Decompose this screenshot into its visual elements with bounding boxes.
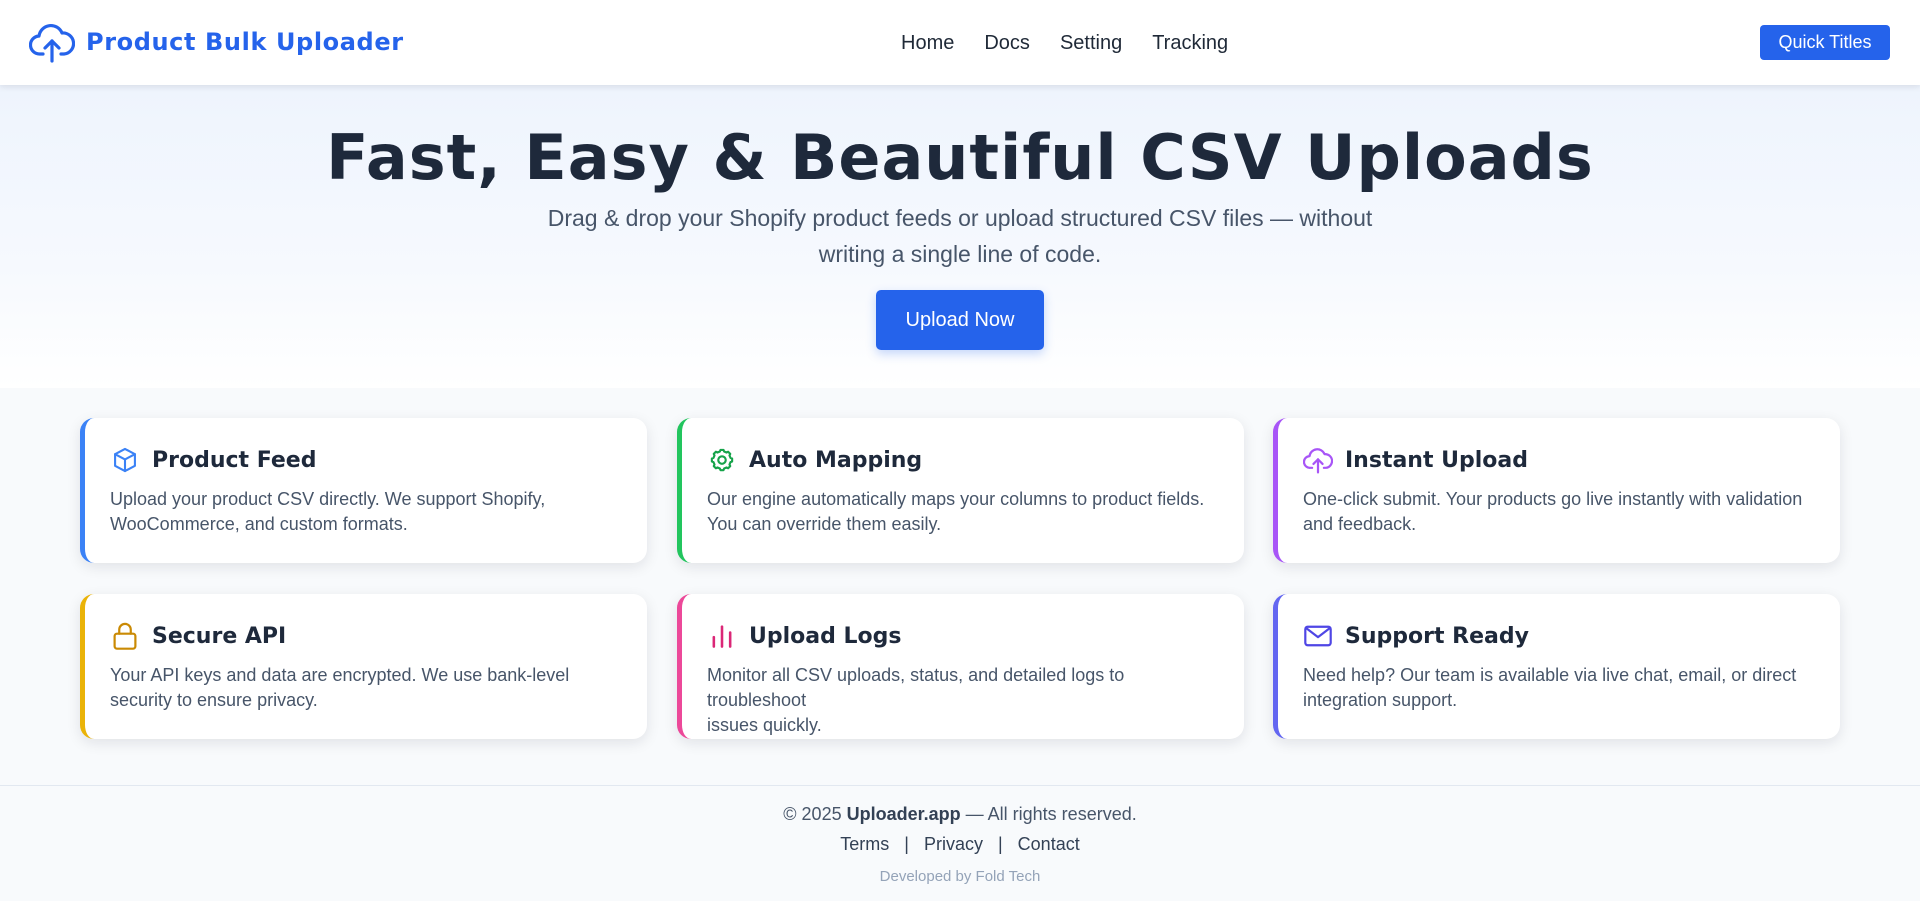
cloud-upload-icon xyxy=(1303,445,1333,475)
feature-title: Upload Logs xyxy=(749,623,902,649)
feature-description-line: Need help? Our team is available via liv… xyxy=(1303,665,1797,685)
box-icon xyxy=(110,445,140,475)
feature-description-line: Upload your product CSV directly. We sup… xyxy=(110,489,546,509)
feature-description-line: You can override them easily. xyxy=(707,514,942,534)
feature-description: Upload your product CSV directly. We sup… xyxy=(110,487,630,537)
feature-title: Instant Upload xyxy=(1345,447,1529,473)
feature-description-line: Your API keys and data are encrypted. We… xyxy=(110,665,570,685)
hero-subtitle: Drag & drop your Shopify product feeds o… xyxy=(540,200,1380,272)
footer: © 2025 Uploader.app — All rights reserve… xyxy=(0,785,1920,901)
footer-link-privacy[interactable]: Privacy xyxy=(924,834,983,855)
hero-title: Fast, Easy & Beautiful CSV Uploads xyxy=(326,121,1594,194)
footer-link-terms[interactable]: Terms xyxy=(840,834,889,855)
brand[interactable]: Product Bulk Uploader xyxy=(28,20,404,64)
feature-card-support-ready: Support Ready Need help? Our team is ava… xyxy=(1273,594,1840,739)
feature-description-line: issues quickly. xyxy=(707,715,822,735)
hero-subtitle-line-1: Drag & drop your Shopify product feeds o… xyxy=(547,205,1373,231)
feature-description-line: Our engine automatically maps your colum… xyxy=(707,489,1205,509)
feature-description: Our engine automatically maps your colum… xyxy=(707,487,1227,537)
nav-home[interactable]: Home xyxy=(901,32,954,55)
feature-description-line: One-click submit. Your products go live … xyxy=(1303,489,1803,509)
feature-card-product-feed: Product Feed Upload your product CSV dir… xyxy=(80,418,647,563)
feature-description-line: integration support. xyxy=(1303,690,1458,710)
feature-description-line: Monitor all CSV uploads, status, and det… xyxy=(707,665,1125,710)
feature-description-line: WooCommerce, and custom formats. xyxy=(110,514,408,534)
nav-docs[interactable]: Docs xyxy=(984,32,1030,55)
gear-icon xyxy=(707,445,737,475)
feature-description: Monitor all CSV uploads, status, and det… xyxy=(707,663,1227,738)
feature-description: Your API keys and data are encrypted. We… xyxy=(110,663,630,713)
developer-credit: Developed by Fold Tech xyxy=(879,868,1041,885)
quick-titles-button[interactable]: Quick Titles xyxy=(1760,25,1890,60)
feature-card-upload-logs: Upload Logs Monitor all CSV uploads, sta… xyxy=(677,594,1244,739)
copyright-prefix: © 2025 xyxy=(783,804,842,824)
feature-title: Support Ready xyxy=(1345,623,1529,649)
lock-icon xyxy=(110,621,140,651)
footer-links: Terms | Privacy | Contact xyxy=(0,834,1920,855)
feature-card-instant-upload: Instant Upload One-click submit. Your pr… xyxy=(1273,418,1840,563)
footer-separator: | xyxy=(904,834,909,854)
feature-card-secure-api: Secure API Your API keys and data are en… xyxy=(80,594,647,739)
feature-card-auto-mapping: Auto Mapping Our engine automatically ma… xyxy=(677,418,1244,563)
main-nav: Home Docs Setting Tracking xyxy=(901,28,1228,58)
feature-description: One-click submit. Your products go live … xyxy=(1303,487,1823,537)
feature-description-line: security to ensure privacy. xyxy=(110,690,318,710)
feature-title: Auto Mapping xyxy=(749,447,923,473)
feature-description-line: and feedback. xyxy=(1303,514,1417,534)
upload-now-button[interactable]: Upload Now xyxy=(876,290,1044,350)
nav-tracking[interactable]: Tracking xyxy=(1152,32,1228,55)
copyright-suffix: — All rights reserved. xyxy=(965,804,1137,824)
top-navbar: Product Bulk Uploader Home Docs Setting … xyxy=(0,0,1920,85)
feature-title: Secure API xyxy=(152,623,287,649)
copyright: © 2025 Uploader.app — All rights reserve… xyxy=(0,804,1920,825)
feature-title: Product Feed xyxy=(152,447,317,473)
bar-chart-icon xyxy=(707,621,737,651)
site-name: Uploader.app xyxy=(846,804,961,824)
brand-title: Product Bulk Uploader xyxy=(86,28,404,56)
cloud-upload-icon xyxy=(28,20,76,64)
nav-setting[interactable]: Setting xyxy=(1060,32,1122,55)
feature-description: Need help? Our team is available via liv… xyxy=(1303,663,1823,713)
footer-separator: | xyxy=(997,834,1003,854)
features-grid: Product Feed Upload your product CSV dir… xyxy=(0,388,1920,785)
footer-link-contact[interactable]: Contact xyxy=(1018,834,1080,855)
mail-icon xyxy=(1303,621,1333,651)
hero-section: Fast, Easy & Beautiful CSV Uploads Drag … xyxy=(0,85,1920,388)
hero-subtitle-line-2: writing a single line of code. xyxy=(818,241,1102,267)
